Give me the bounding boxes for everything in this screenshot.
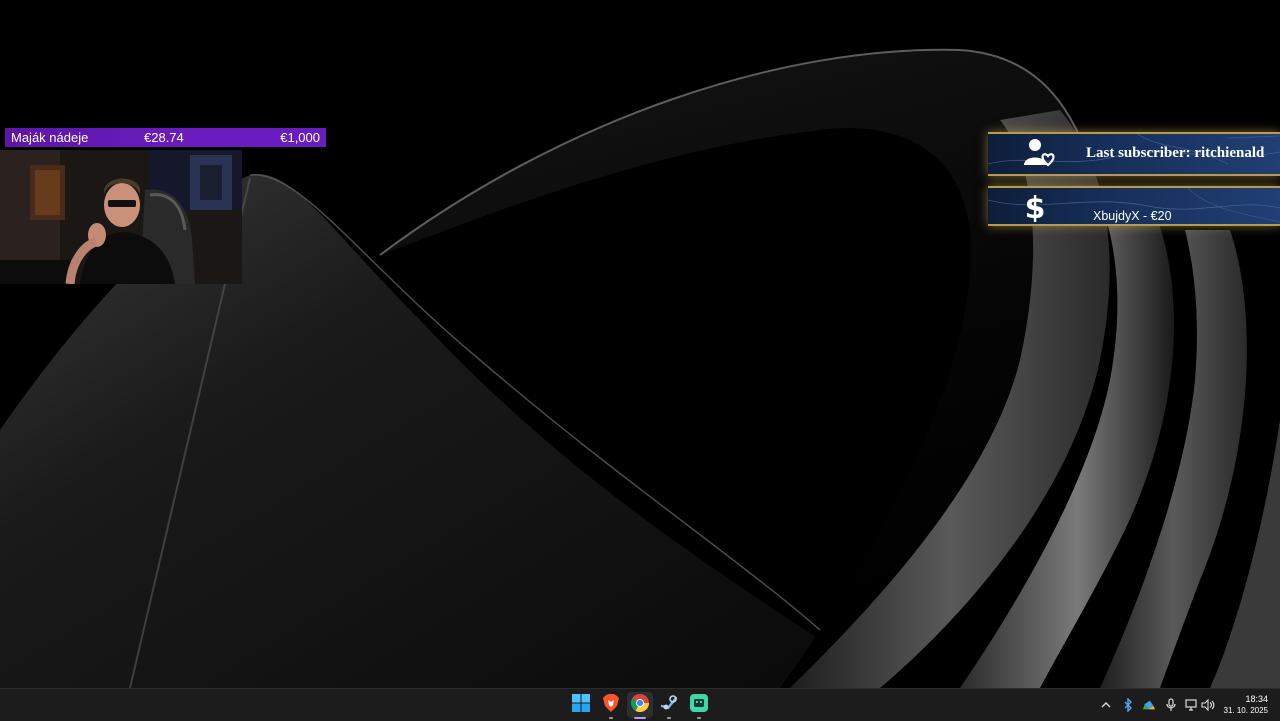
goal-target-amount: €1,000: [280, 130, 320, 145]
last-donation-text: XbujdyX - €20: [1093, 209, 1172, 223]
taskbar-app-misc[interactable]: [686, 692, 712, 719]
running-indicator: [609, 717, 613, 719]
running-indicator: [667, 717, 671, 719]
steam-icon: [660, 694, 678, 716]
chevron-up-icon[interactable]: [1099, 698, 1113, 712]
taskbar-app-steam[interactable]: [656, 692, 682, 719]
user-heart-icon: [1024, 137, 1058, 173]
system-clock[interactable]: 18:34 31. 10. 2025: [1224, 693, 1268, 717]
clock-date: 31. 10. 2025: [1223, 706, 1268, 715]
svg-text:$: $: [1025, 191, 1046, 222]
desktop-wallpaper: [0, 0, 1280, 688]
webcam-feed: [0, 150, 242, 284]
network-icon[interactable]: [1185, 698, 1199, 712]
bluetooth-icon[interactable]: [1121, 698, 1135, 712]
donation-goal-bar: Maják nádeje €28.74 €1,000: [5, 128, 326, 147]
active-indicator: [634, 717, 646, 719]
start-button[interactable]: [568, 692, 594, 718]
taskbar: 18:34 31. 10. 2025: [0, 688, 1280, 721]
goal-current-amount: €28.74: [144, 130, 184, 145]
dollar-icon: $: [1024, 190, 1046, 224]
brave-browser-icon: [603, 694, 619, 716]
taskbar-app-chrome[interactable]: [627, 692, 653, 719]
last-subscriber-alert: Last subscriber: ritchienald: [988, 132, 1280, 176]
microphone-icon[interactable]: [1164, 698, 1178, 712]
chrome-browser-icon: [630, 694, 649, 716]
last-donation-alert: $ XbujdyX - €20: [988, 186, 1280, 226]
last-subscriber-text: Last subscriber: ritchienald: [1086, 145, 1265, 161]
windows-start-icon: [572, 694, 590, 716]
running-indicator: [697, 717, 701, 719]
cloud-sync-icon[interactable]: [1142, 698, 1156, 712]
app-icon: [690, 694, 708, 716]
goal-name: Maják nádeje: [11, 130, 89, 145]
volume-icon[interactable]: [1201, 698, 1215, 712]
clock-time: 18:34: [1245, 694, 1268, 704]
taskbar-app-brave[interactable]: [598, 692, 624, 719]
